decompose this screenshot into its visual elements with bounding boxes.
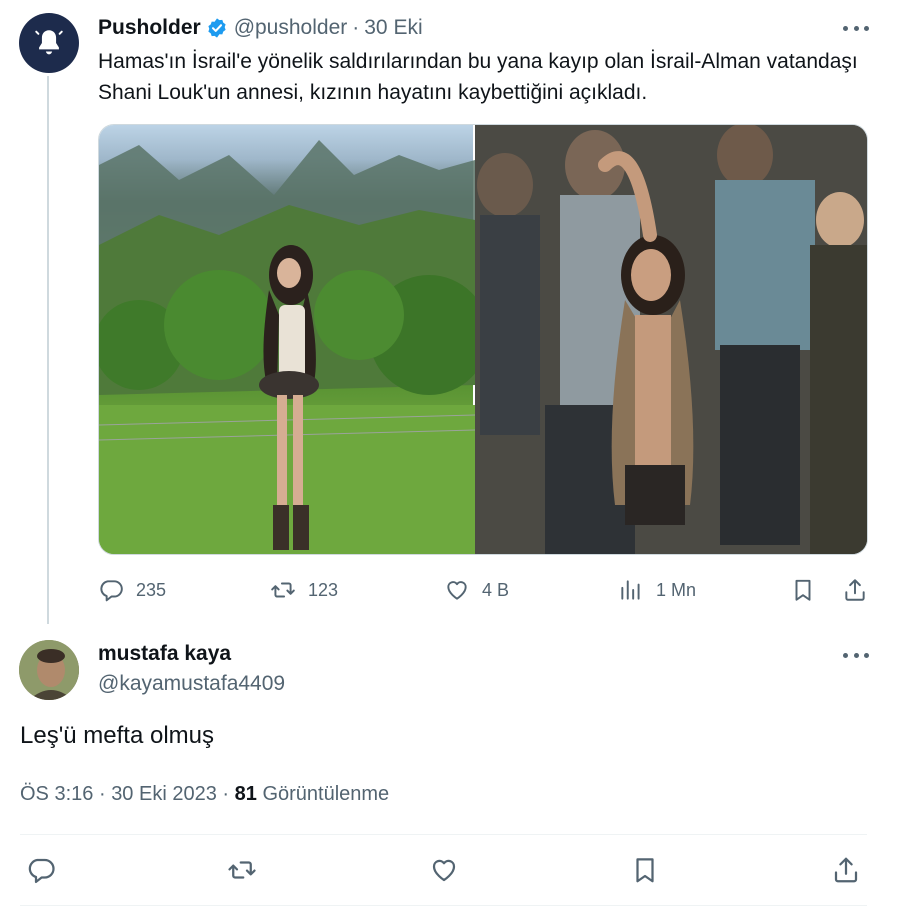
thread-line [47,76,49,624]
reply-time[interactable]: ÖS 3:16 [20,783,93,805]
view-count: 1 Mn [656,579,697,600]
bookmark-button[interactable] [629,854,661,886]
reply-actions [20,850,867,890]
divider [20,905,867,906]
reply-more-options-icon[interactable] [843,645,869,665]
verified-badge-icon [206,17,228,39]
like-button[interactable]: 4 B [444,573,509,607]
reply-button[interactable] [25,854,57,886]
like-button[interactable] [428,854,460,886]
reply-meta: ÖS 3:16 · 30 Eki 2023 · 81 Görüntülenme [20,783,389,806]
reply-icon [100,580,123,602]
reply-views-count: 81 [234,783,257,805]
divider [20,834,867,835]
heart-icon [447,581,467,600]
bookmark-icon [636,858,654,883]
author-handle[interactable]: @pusholder [234,16,348,40]
share-button[interactable] [842,573,868,607]
bookmark-icon [795,579,811,601]
tweet-date[interactable]: 30 Eki [364,16,422,40]
tweet-media[interactable] [98,124,868,555]
reply-author-handle[interactable]: @kayamustafa4409 [98,672,285,696]
party-photo-illustration [475,125,867,554]
share-button[interactable] [830,854,862,886]
bookmark-button[interactable] [790,573,816,607]
retweet-icon [271,582,295,598]
reply-count: 235 [136,579,167,600]
tweet-header: Pusholder @pusholder · 30 Eki [98,14,423,42]
retweet-icon [228,861,256,879]
meadow-photo-illustration [99,140,475,554]
more-options-icon[interactable] [843,18,869,38]
analytics-icon [621,580,640,600]
reply-author-name[interactable]: mustafa kaya [98,642,231,666]
author-name[interactable]: Pusholder [98,16,201,40]
tweet-actions: 235 123 4 B 1 Mn [98,573,868,607]
mustafa-avatar[interactable] [19,640,79,700]
retweet-count: 123 [308,579,339,600]
heart-icon [432,859,456,882]
separator: · [352,16,360,39]
like-count: 4 B [482,579,510,600]
share-icon [845,579,865,601]
views-button[interactable]: 1 Mn [618,573,696,607]
reply-date[interactable]: 30 Eki 2023 [111,783,217,805]
retweet-button[interactable] [226,854,258,886]
bell-icon [35,30,63,55]
photo-party[interactable] [475,125,867,554]
pusholder-avatar[interactable] [19,13,79,73]
retweet-button[interactable]: 123 [270,573,338,607]
reply-icon [28,858,55,883]
avatar-photo [19,640,79,700]
tweet-text: Hamas'ın İsrail'e yönelik saldırılarında… [98,50,858,104]
share-icon [834,857,858,883]
reply-text: Leş'ü mefta olmuş [20,722,215,749]
separator: · [222,783,230,805]
photo-meadow[interactable] [99,125,475,554]
reply-views-label: Görüntülenme [262,783,390,805]
separator: · [98,783,106,805]
reply-button[interactable]: 235 [98,573,166,607]
